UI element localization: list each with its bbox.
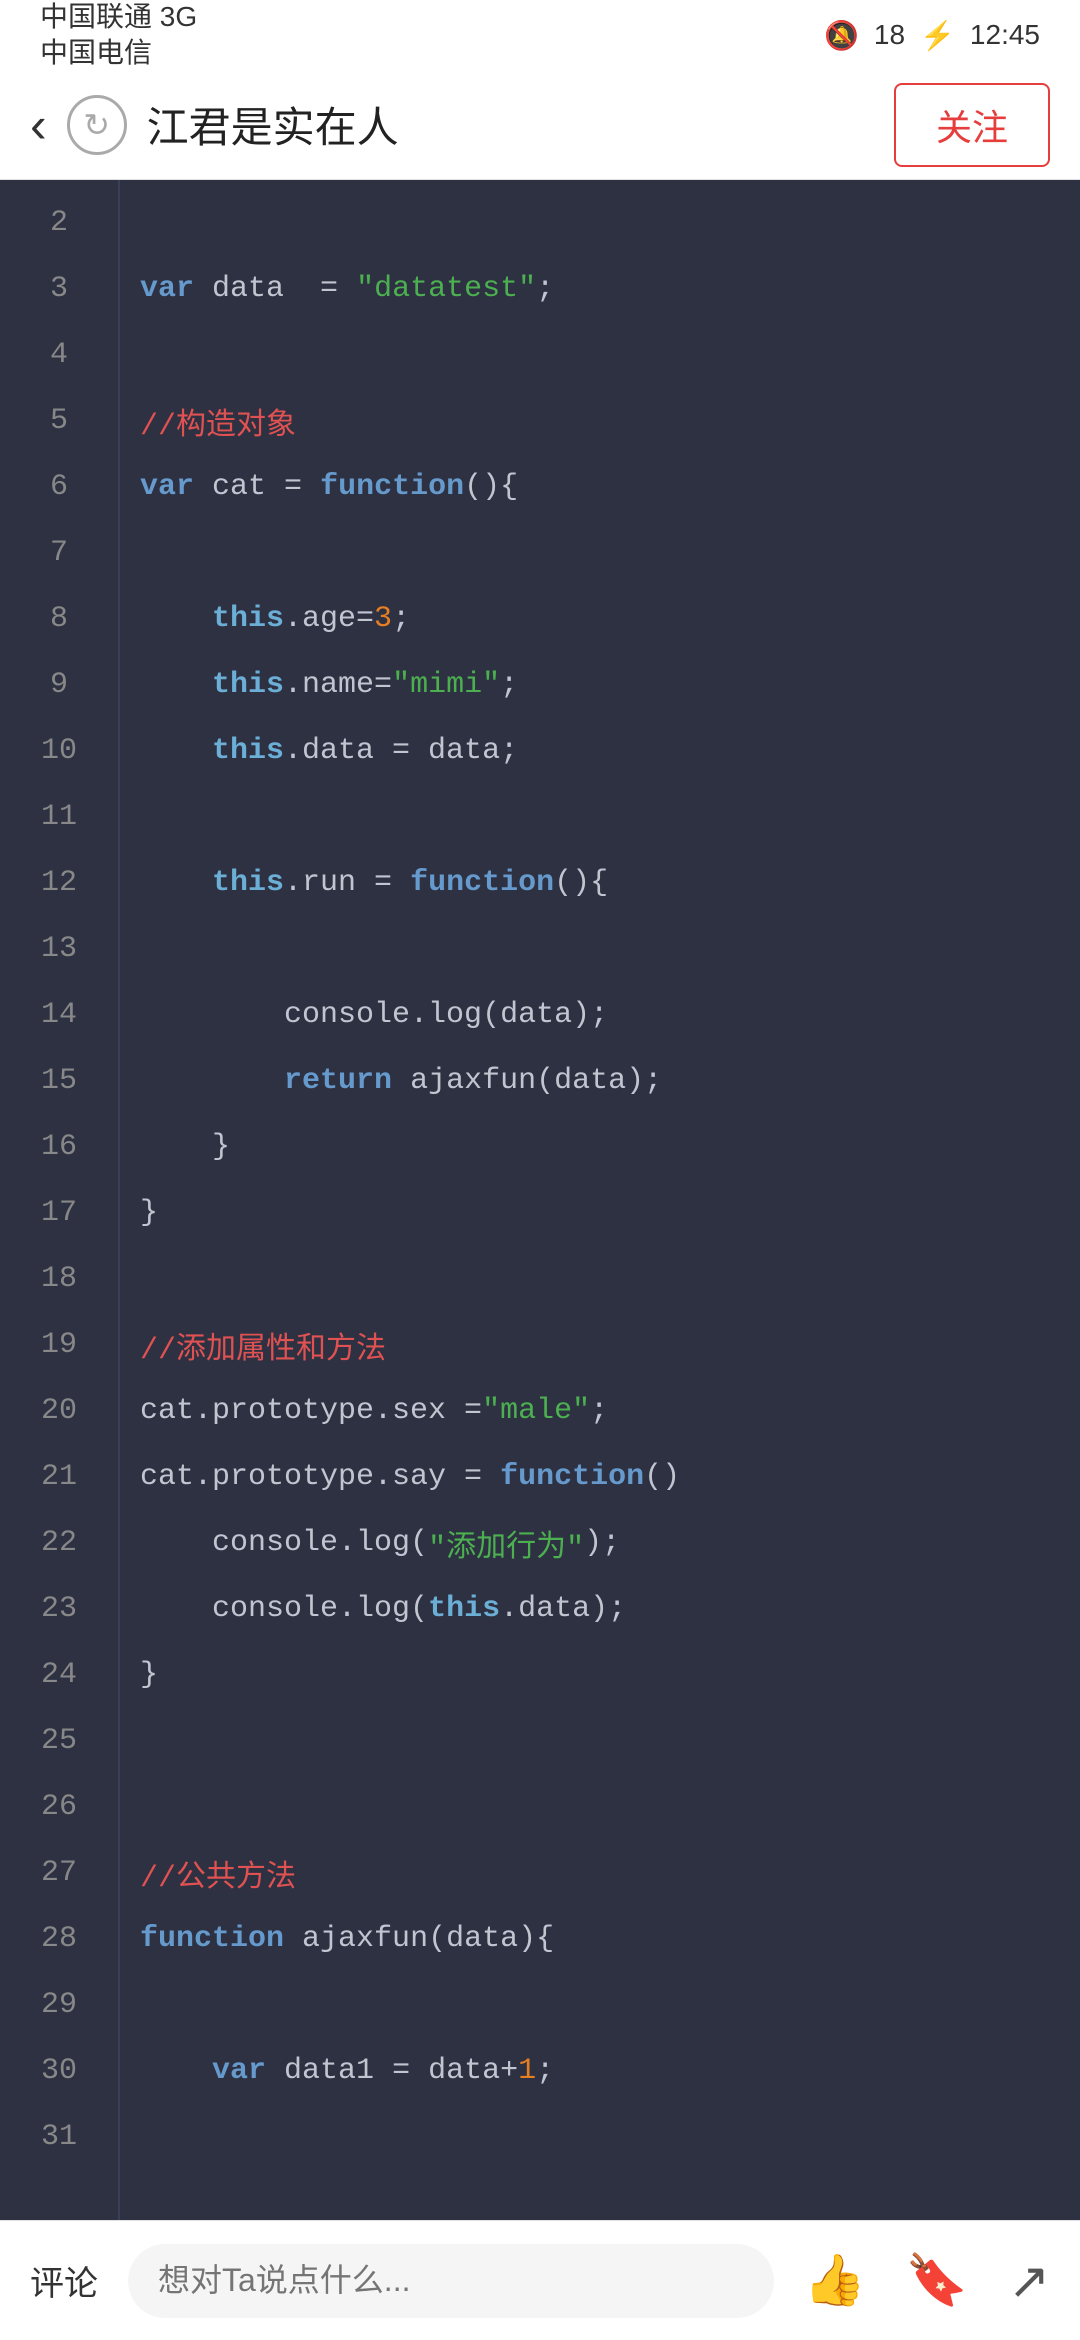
code-line-5: //构造对象 <box>140 388 1060 454</box>
code-line-14: console.log(data); <box>140 982 1060 1048</box>
status-right: 🔕 18 ⚡ 12:45 <box>824 19 1040 52</box>
code-line-11 <box>140 784 1060 850</box>
comment-label: 评论 <box>30 2256 98 2305</box>
code-line-25 <box>140 1708 1060 1774</box>
line-num-13: 13 <box>0 916 118 982</box>
line-num-12: 12 <box>0 850 118 916</box>
code-line-20: cat.prototype.sex ="male"; <box>140 1378 1060 1444</box>
code-line-9: this.name="mimi"; <box>140 652 1060 718</box>
time: 12:45 <box>970 19 1040 51</box>
code-editor: 2 3 4 5 6 7 8 9 10 11 12 13 14 15 16 17 … <box>0 180 1080 2220</box>
code-line-4 <box>140 322 1060 388</box>
share-icon[interactable]: ↗ <box>1008 2252 1050 2310</box>
code-line-28: function ajaxfun(data){ <box>140 1906 1060 1972</box>
line-num-7: 7 <box>0 520 118 586</box>
line-num-3: 3 <box>0 256 118 322</box>
line-num-21: 21 <box>0 1444 118 1510</box>
line-num-31: 31 <box>0 2104 118 2170</box>
line-num-15: 15 <box>0 1048 118 1114</box>
battery-info: 18 <box>874 19 905 51</box>
refresh-button[interactable]: ↻ <box>67 95 127 155</box>
code-line-31 <box>140 2104 1060 2170</box>
line-num-14: 14 <box>0 982 118 1048</box>
like-icon[interactable]: 👍 <box>804 2251 866 2310</box>
bottom-bar: 评论 👍 🔖 ↗ <box>0 2220 1080 2340</box>
code-line-3: var data = "datatest"; <box>140 256 1060 322</box>
line-num-16: 16 <box>0 1114 118 1180</box>
nav-bar: ‹ ↻ 江君是实在人 关注 <box>0 70 1080 180</box>
line-num-22: 22 <box>0 1510 118 1576</box>
line-num-10: 10 <box>0 718 118 784</box>
code-line-15: return ajaxfun(data); <box>140 1048 1060 1114</box>
line-num-27: 27 <box>0 1840 118 1906</box>
follow-button[interactable]: 关注 <box>894 83 1050 167</box>
code-line-17: } <box>140 1180 1060 1246</box>
code-line-7 <box>140 520 1060 586</box>
page-title: 江君是实在人 <box>147 94 894 155</box>
code-line-29 <box>140 1972 1060 2038</box>
code-line-19: //添加属性和方法 <box>140 1312 1060 1378</box>
line-num-24: 24 <box>0 1642 118 1708</box>
carrier-info: 中国联通 3G 中国电信 <box>40 0 197 71</box>
line-num-5: 5 <box>0 388 118 454</box>
comment-input[interactable] <box>128 2244 774 2318</box>
code-line-2 <box>140 190 1060 256</box>
line-num-23: 23 <box>0 1576 118 1642</box>
bell-icon: 🔕 <box>824 19 859 52</box>
code-line-18 <box>140 1246 1060 1312</box>
code-lines: var data = "datatest"; //构造对象 var cat = … <box>120 180 1080 2220</box>
line-num-19: 19 <box>0 1312 118 1378</box>
line-num-30: 30 <box>0 2038 118 2104</box>
line-num-29: 29 <box>0 1972 118 2038</box>
code-line-16: } <box>140 1114 1060 1180</box>
line-num-2: 2 <box>0 190 118 256</box>
line-numbers: 2 3 4 5 6 7 8 9 10 11 12 13 14 15 16 17 … <box>0 180 120 2220</box>
code-line-26 <box>140 1774 1060 1840</box>
line-num-28: 28 <box>0 1906 118 1972</box>
charging-icon: ⚡ <box>920 19 955 52</box>
line-num-25: 25 <box>0 1708 118 1774</box>
line-num-8: 8 <box>0 586 118 652</box>
code-line-24: } <box>140 1642 1060 1708</box>
line-num-17: 17 <box>0 1180 118 1246</box>
bottom-icons: 👍 🔖 ↗ <box>804 2251 1050 2310</box>
code-line-30: var data1 = data+1; <box>140 2038 1060 2104</box>
line-num-4: 4 <box>0 322 118 388</box>
code-line-27: //公共方法 <box>140 1840 1060 1906</box>
code-line-6: var cat = function(){ <box>140 454 1060 520</box>
code-line-21: cat.prototype.say = function() <box>140 1444 1060 1510</box>
status-bar: 中国联通 3G 中国电信 🔕 18 ⚡ 12:45 <box>0 0 1080 70</box>
code-line-8: this.age=3; <box>140 586 1060 652</box>
code-line-10: this.data = data; <box>140 718 1060 784</box>
code-line-22: console.log("添加行为"); <box>140 1510 1060 1576</box>
refresh-icon: ↻ <box>83 106 110 144</box>
line-num-6: 6 <box>0 454 118 520</box>
line-num-26: 26 <box>0 1774 118 1840</box>
bookmark-icon[interactable]: 🔖 <box>906 2251 968 2310</box>
line-num-18: 18 <box>0 1246 118 1312</box>
line-num-20: 20 <box>0 1378 118 1444</box>
code-line-12: this.run = function(){ <box>140 850 1060 916</box>
line-num-9: 9 <box>0 652 118 718</box>
line-num-11: 11 <box>0 784 118 850</box>
back-button[interactable]: ‹ <box>30 96 47 154</box>
code-line-23: console.log(this.data); <box>140 1576 1060 1642</box>
code-line-13 <box>140 916 1060 982</box>
